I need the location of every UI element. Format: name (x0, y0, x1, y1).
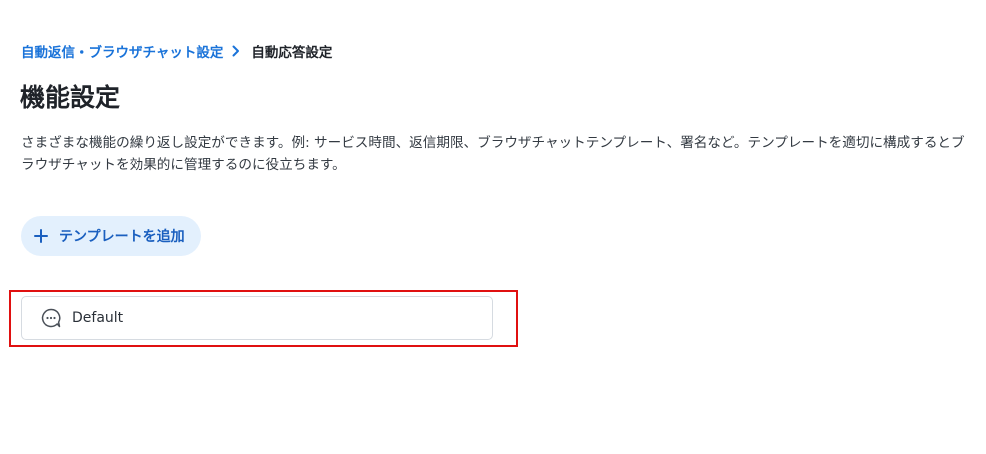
page-title: 機能設定 (20, 83, 121, 112)
breadcrumb-current: 自動応答設定 (251, 45, 333, 61)
chat-bubble-icon (40, 307, 62, 329)
template-name: Default (72, 310, 124, 326)
template-item-default[interactable]: Default (21, 296, 493, 340)
breadcrumb: 自動返信・ブラウザチャット設定 自動応答設定 (21, 41, 332, 61)
chevron-right-icon (223, 41, 249, 61)
settings-page: 自動返信・ブラウザチャット設定 自動応答設定 機能設定 さまざまな機能の繰り返し… (0, 0, 986, 454)
plus-icon (33, 228, 49, 244)
add-template-button[interactable]: テンプレートを追加 (21, 216, 201, 256)
page-description: さまざまな機能の繰り返し設定ができます。例: サービス時間、返信期限、ブラウザチ… (21, 135, 965, 173)
breadcrumb-link-auto-reply[interactable]: 自動返信・ブラウザチャット設定 (21, 41, 223, 61)
add-template-label: テンプレートを追加 (59, 229, 185, 245)
